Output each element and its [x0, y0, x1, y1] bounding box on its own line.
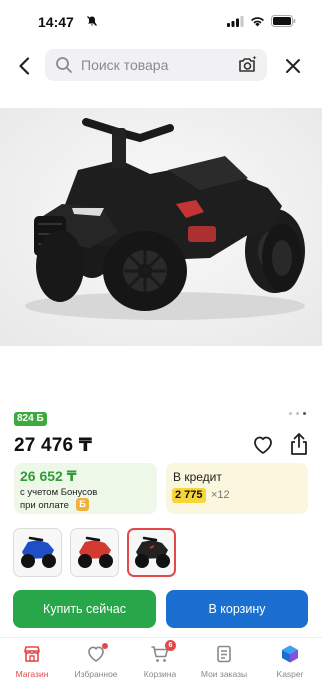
bonus-badge: 824 Б: [14, 412, 47, 426]
search-icon: [56, 57, 72, 73]
product-price: 27 476 ₸: [14, 435, 93, 456]
orders-icon: [217, 645, 231, 663]
search-row: [0, 46, 322, 86]
search-input[interactable]: [81, 49, 231, 81]
variant-thumb-black[interactable]: [127, 528, 176, 577]
pager-dot: [289, 412, 292, 415]
wifi-icon: [251, 16, 264, 26]
bell-off-icon: [87, 16, 97, 26]
bonus-price: 26 652 ₸: [20, 468, 77, 484]
battery-icon: [271, 15, 296, 27]
credit-months: ×12: [211, 489, 230, 501]
nav-item-orders[interactable]: Мои заказы: [192, 644, 256, 680]
close-button[interactable]: [279, 52, 307, 80]
nav-label-cart: Корзина: [143, 669, 177, 679]
nav-label-kasper: Kasper: [276, 669, 304, 679]
share-icon[interactable]: [288, 432, 310, 456]
atv-red-thumb-icon: [77, 536, 113, 568]
status-time: 14:47: [38, 14, 74, 30]
kaspi-icon: [282, 645, 298, 663]
bonus-price-card[interactable]: 26 652 ₸ с учетом Бонусов при оплате Б: [14, 463, 157, 514]
product-image[interactable]: [0, 108, 322, 346]
nav-item-kasper[interactable]: Kasper: [258, 644, 322, 680]
nav-item-shop[interactable]: Магазин: [0, 644, 64, 680]
camera-search-icon[interactable]: [237, 54, 259, 76]
signal-icon: [227, 15, 244, 27]
cart-badge-count: 6: [165, 640, 176, 651]
favorites-badge-dot: [102, 643, 108, 649]
nav-item-cart[interactable]: 6 Корзина: [128, 640, 192, 680]
nav-item-favorites[interactable]: Избранное: [64, 643, 128, 680]
bonus-note: с учетом Бонусов: [20, 487, 98, 498]
credit-card[interactable]: В кредит 2 775 ×12: [166, 463, 308, 514]
pager-dot: [296, 412, 299, 415]
bottom-nav: Магазин Избранное 6 Корзина Мои заказы K…: [0, 637, 322, 700]
close-icon: [286, 59, 300, 73]
favorite-heart-icon[interactable]: [252, 434, 274, 456]
nav-cart-icon-wrap: 6: [150, 640, 176, 664]
buy-now-button[interactable]: Купить сейчас: [13, 590, 156, 628]
bonus-payment-note: при оплате: [20, 500, 69, 511]
shop-icon: [24, 646, 40, 662]
image-pager: [289, 412, 306, 415]
variant-thumb-red[interactable]: [70, 528, 119, 577]
search-box[interactable]: [45, 49, 267, 81]
add-to-cart-button[interactable]: В корзину: [166, 590, 308, 628]
status-bar: 14:47: [0, 0, 322, 44]
variant-thumb-blue[interactable]: [13, 528, 62, 577]
nav-label-shop: Магазин: [15, 669, 49, 679]
atv-blue-thumb-icon: [20, 536, 56, 568]
credit-monthly-amount: 2 775: [172, 488, 206, 503]
atv-black-thumb-icon: [134, 536, 170, 568]
nav-label-favorites: Избранное: [74, 669, 118, 679]
bonus-coin-icon: Б: [76, 498, 89, 511]
chevron-left-icon: [19, 57, 30, 75]
nav-label-orders: Мои заказы: [200, 669, 248, 679]
status-icons: [227, 15, 296, 27]
nav-favorites-icon-wrap: [86, 643, 108, 664]
atv-product-photo: [0, 108, 322, 346]
color-variants: [13, 528, 176, 577]
credit-title: В кредит: [173, 470, 222, 484]
back-button[interactable]: [10, 52, 38, 80]
pager-dot-active: [303, 412, 306, 415]
